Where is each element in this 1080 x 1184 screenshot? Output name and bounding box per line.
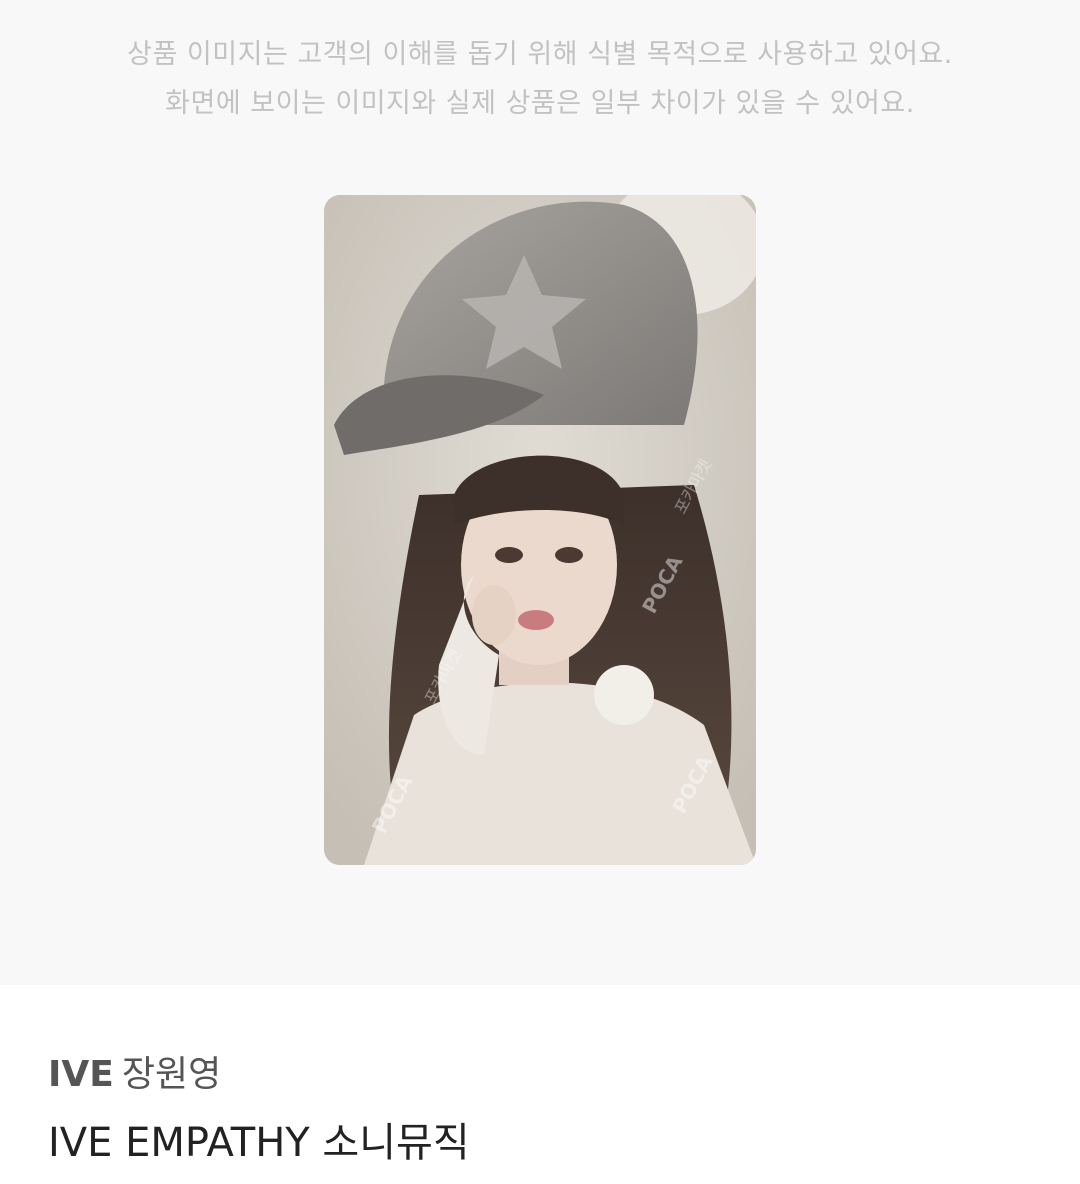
hand-shape bbox=[472, 585, 516, 645]
artist-group: IVE bbox=[48, 1054, 114, 1095]
photocard-illustration: POCA POCA POCA 포카마켓 포카마켓 bbox=[324, 195, 756, 865]
notice-line-1: 상품 이미지는 고객의 이해를 돕기 위해 식별 목적으로 사용하고 있어요. bbox=[127, 39, 953, 70]
artist-member: 장원영 bbox=[121, 1054, 222, 1095]
ruffle-shape bbox=[594, 665, 654, 725]
image-notice: 상품 이미지는 고객의 이해를 돕기 위해 식별 목적으로 사용하고 있어요. … bbox=[0, 30, 1080, 128]
product-title: IVE EMPATHY 소니뮤직 bbox=[48, 1120, 470, 1166]
product-info: IVE 장원영 IVE EMPATHY 소니뮤직 bbox=[48, 1045, 1038, 1173]
photocard-image[interactable]: POCA POCA POCA 포카마켓 포카마켓 bbox=[324, 195, 756, 865]
notice-line-2: 화면에 보이는 이미지와 실제 상품은 일부 차이가 있을 수 있어요. bbox=[165, 88, 915, 119]
lips bbox=[518, 610, 554, 630]
left-eye bbox=[495, 547, 523, 563]
right-eye bbox=[555, 547, 583, 563]
image-viewer: 상품 이미지는 고객의 이해를 돕기 위해 식별 목적으로 사용하고 있어요. … bbox=[0, 0, 1080, 985]
artist-row[interactable]: IVE 장원영 bbox=[48, 1045, 1038, 1105]
